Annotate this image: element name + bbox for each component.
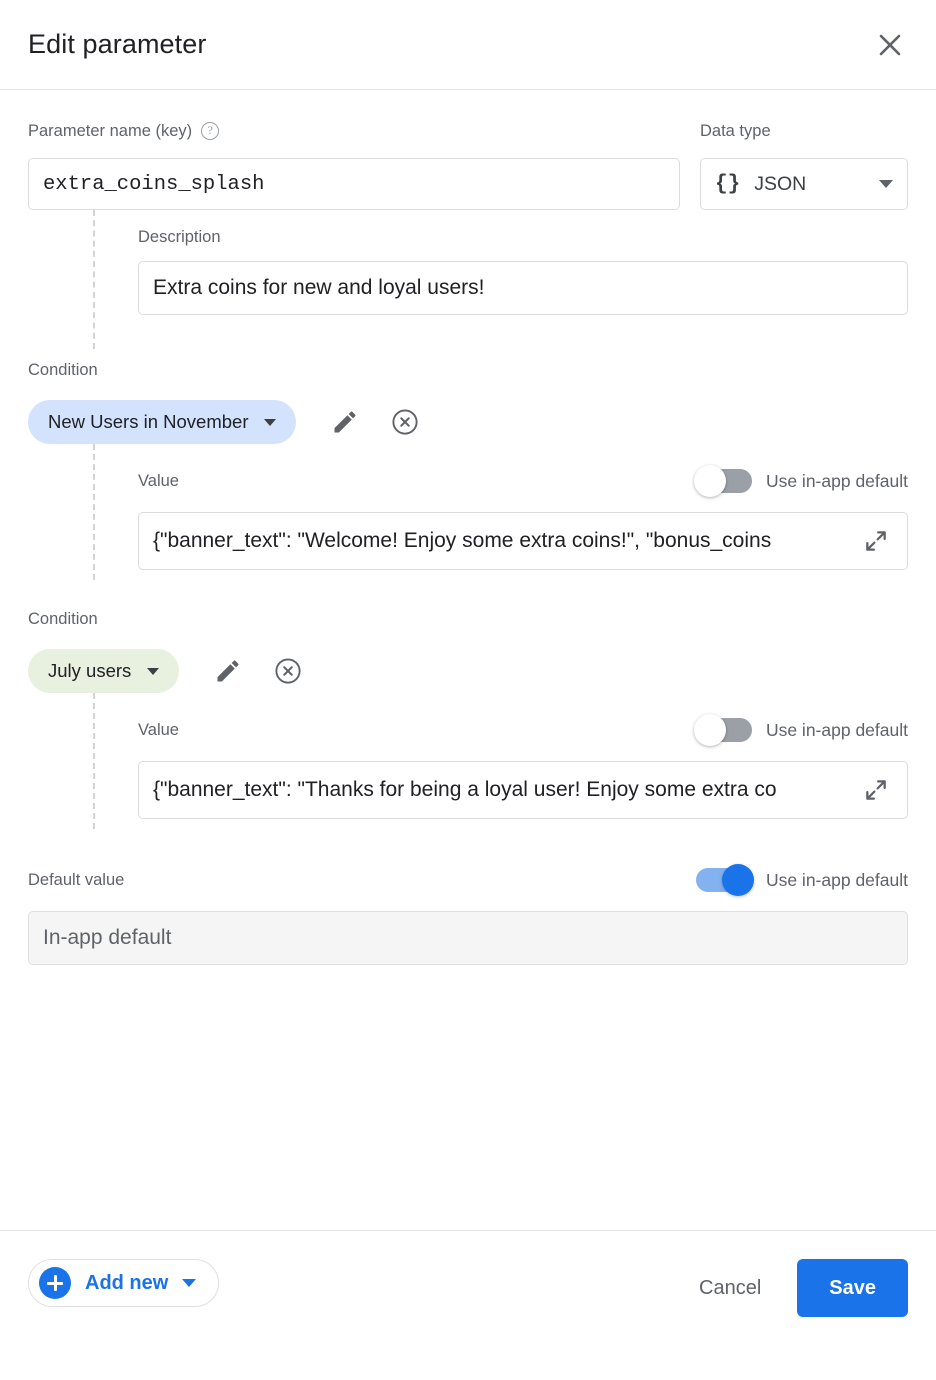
chevron-down-icon — [264, 419, 276, 426]
use-in-app-default-group-1: Use in-app default — [696, 469, 908, 493]
condition-label: Condition — [28, 361, 908, 380]
toggle-knob — [722, 864, 754, 896]
edit-condition-button[interactable] — [205, 648, 251, 694]
page-title: Edit parameter — [28, 29, 206, 60]
condition-chip-row-2: July users — [28, 649, 908, 693]
description-input[interactable]: Extra coins for new and loyal users! — [138, 261, 908, 315]
chevron-down-icon — [182, 1279, 196, 1287]
close-icon[interactable] — [868, 23, 912, 67]
value-label: Value — [138, 472, 179, 491]
condition-value-input-2[interactable]: {"banner_text": "Thanks for being a loya… — [138, 761, 908, 819]
parameter-name-column: Parameter name (key) ? extra_coins_splas… — [28, 120, 680, 210]
use-in-app-default-group-2: Use in-app default — [696, 718, 908, 742]
use-in-app-default-toggle[interactable] — [696, 469, 752, 493]
help-icon[interactable]: ? — [201, 122, 219, 140]
pencil-icon — [214, 657, 242, 685]
value-label: Value — [138, 721, 179, 740]
expand-value-button[interactable] — [859, 524, 893, 558]
data-type-value: JSON — [754, 173, 879, 196]
close-icon-glyph — [877, 32, 903, 58]
expand-diagonal-icon — [863, 528, 889, 554]
default-use-in-app-default-group: Use in-app default — [696, 868, 908, 892]
remove-circle-icon — [390, 407, 420, 437]
condition-value-block-2: Value Use in-app default {"banner_text":… — [28, 693, 908, 829]
condition-chip-new-users-in-november[interactable]: New Users in November — [28, 400, 296, 444]
parameter-name-input[interactable]: extra_coins_splash — [28, 158, 680, 210]
add-new-button[interactable]: Add new — [28, 1259, 219, 1307]
json-braces-icon: {} — [715, 173, 740, 196]
remove-condition-button[interactable] — [382, 399, 428, 445]
parameter-name-label: Parameter name (key) — [28, 122, 192, 141]
dialog-header: Edit parameter — [0, 0, 936, 90]
condition-chip-label: July users — [48, 660, 131, 682]
plus-circle-icon — [39, 1267, 71, 1299]
toggle-knob — [694, 714, 726, 746]
condition-label: Condition — [28, 610, 908, 629]
edit-condition-button[interactable] — [322, 399, 368, 445]
chevron-down-icon — [147, 668, 159, 675]
value-header-1: Value Use in-app default — [138, 466, 908, 496]
default-value-input: In-app default — [28, 911, 908, 965]
pencil-icon — [331, 408, 359, 436]
remove-condition-button[interactable] — [265, 648, 311, 694]
condition-value-text: {"banner_text": "Thanks for being a loya… — [153, 778, 859, 802]
dialog-body: Parameter name (key) ? extra_coins_splas… — [0, 90, 936, 1230]
chevron-down-icon — [879, 180, 893, 188]
remove-circle-icon — [273, 656, 303, 686]
data-type-column: Data type {} JSON — [700, 120, 908, 210]
save-button[interactable]: Save — [797, 1259, 908, 1317]
condition-value-text: {"banner_text": "Welcome! Enjoy some ext… — [153, 529, 859, 553]
condition-chip-row-1: New Users in November — [28, 400, 908, 444]
condition-chip-label: New Users in November — [48, 411, 248, 433]
default-value-label: Default value — [28, 871, 124, 890]
use-in-app-default-toggle[interactable] — [696, 718, 752, 742]
footer-actions: Cancel Save — [681, 1259, 908, 1317]
add-new-label: Add new — [85, 1272, 168, 1295]
default-use-in-app-default-toggle[interactable] — [696, 868, 752, 892]
parameter-name-label-line: Parameter name (key) ? — [28, 120, 680, 142]
description-block: Description Extra coins for new and loya… — [28, 210, 908, 349]
expand-diagonal-icon — [863, 777, 889, 803]
use-in-app-default-label: Use in-app default — [766, 720, 908, 741]
default-value-header: Default value Use in-app default — [28, 865, 908, 895]
condition-section-2: Condition July users — [28, 580, 908, 829]
condition-section-1: Condition New Users in November — [28, 349, 908, 580]
condition-value-input-1[interactable]: {"banner_text": "Welcome! Enjoy some ext… — [138, 512, 908, 570]
data-type-label-line: Data type — [700, 120, 908, 142]
edit-parameter-dialog: Edit parameter Parameter name (key) ? ex… — [0, 0, 936, 1380]
dialog-footer: Add new Cancel Save — [0, 1230, 936, 1380]
cancel-button[interactable]: Cancel — [681, 1263, 779, 1313]
default-use-in-app-default-label: Use in-app default — [766, 870, 908, 891]
expand-value-button[interactable] — [859, 773, 893, 807]
default-value-section: Default value Use in-app default In-app … — [28, 829, 908, 965]
description-label: Description — [138, 228, 908, 247]
use-in-app-default-label: Use in-app default — [766, 471, 908, 492]
value-header-2: Value Use in-app default — [138, 715, 908, 745]
data-type-label: Data type — [700, 122, 771, 141]
condition-value-block-1: Value Use in-app default {"banner_text":… — [28, 444, 908, 580]
parameter-name-row: Parameter name (key) ? extra_coins_splas… — [28, 90, 908, 210]
condition-chip-july-users[interactable]: July users — [28, 649, 179, 693]
data-type-select[interactable]: {} JSON — [700, 158, 908, 210]
toggle-knob — [694, 465, 726, 497]
